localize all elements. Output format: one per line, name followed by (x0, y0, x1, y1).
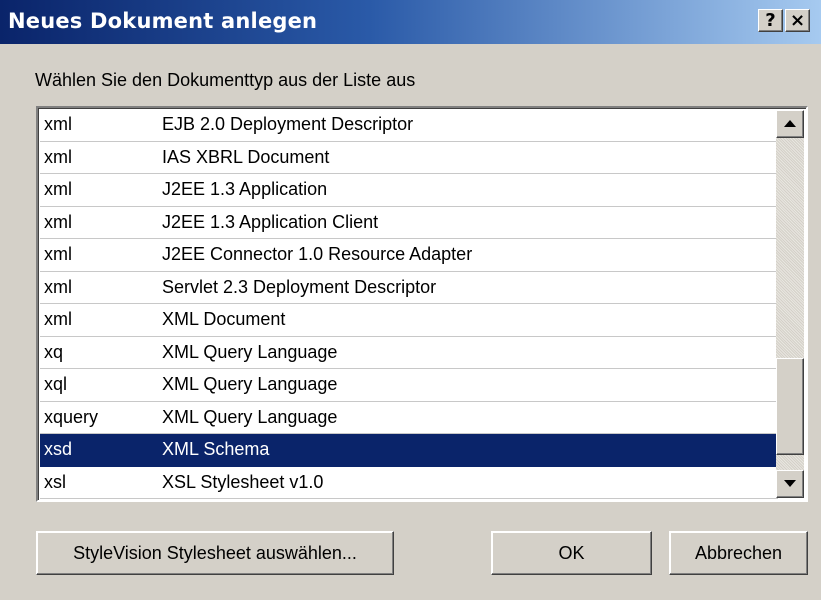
window-title: Neues Dokument anlegen (8, 9, 318, 33)
list-item-extension: xml (44, 114, 72, 134)
list-item-description: XML Query Language (162, 406, 338, 427)
list-rows: xml EJB 2.0 Deployment Descriptor xml IAS X… (40, 109, 778, 500)
list-item-extension: xml (44, 309, 72, 329)
list-item-description: J2EE 1.3 Application (162, 179, 328, 199)
list-item[interactable]: xq XML Query Language (40, 337, 778, 369)
list-item-description: XML Schema (162, 439, 270, 459)
arrow-down-icon (784, 480, 796, 487)
scroll-thumb[interactable] (776, 358, 804, 455)
cancel-button[interactable]: Abbrechen (669, 531, 808, 575)
ok-button[interactable]: OK (491, 531, 652, 575)
list-item[interactable]: xquery XML Query Language (40, 402, 778, 434)
list-item-description: XML Document (162, 309, 286, 329)
new-document-dialog: Neues Dokument anlegen ? × Wählen Sie de… (0, 0, 821, 600)
list-item-extension: xquery (44, 406, 99, 427)
list-item-description: EJB 2.0 Deployment Descriptor (162, 114, 414, 134)
list-item-extension: xql (44, 374, 68, 394)
arrow-up-icon (784, 120, 796, 127)
list-item[interactable]: xml XML Document (40, 304, 778, 337)
select-stylevision-stylesheet-button[interactable]: StyleVision Stylesheet auswählen... (36, 531, 394, 575)
list-item-description: IAS XBRL Document (162, 146, 330, 167)
document-type-list[interactable]: xml EJB 2.0 Deployment Descriptor xml IAS X… (36, 106, 808, 502)
list-item[interactable]: xsl XSL Stylesheet v1.0 (40, 467, 778, 499)
scroll-up-button[interactable] (776, 110, 804, 138)
help-button[interactable]: ? (758, 9, 783, 32)
list-item-extension: xml (44, 146, 72, 167)
list-item-extension: xsd (44, 439, 73, 459)
list-item-description: XSL Stylesheet v1.0 (162, 471, 324, 492)
list-item[interactable]: xql XML Query Language (40, 369, 778, 402)
list-item-description: J2EE Connector 1.0 Resource Adapter (162, 244, 473, 264)
list-item[interactable]: xml J2EE 1.3 Application (40, 174, 778, 207)
list-item[interactable]: xml J2EE 1.3 Application Client (40, 207, 778, 239)
scroll-down-button[interactable] (776, 470, 804, 498)
list-item[interactable]: xml IAS XBRL Document (40, 142, 778, 174)
list-item-extension: xq (44, 341, 64, 362)
list-item-description: XML Query Language (162, 374, 338, 394)
list-item-extension: xsl (44, 471, 66, 492)
vertical-scrollbar[interactable] (776, 110, 804, 498)
close-button[interactable]: × (785, 9, 810, 32)
instruction-label: Wählen Sie den Dokumenttyp aus der Liste… (35, 70, 416, 90)
list-item-extension: xml (44, 211, 72, 232)
list-item-extension: xml (44, 276, 72, 297)
list-item[interactable]: xml EJB 2.0 Deployment Descriptor (40, 109, 778, 142)
list-item-extension: xml (44, 244, 72, 264)
list-item[interactable]: xml J2EE Connector 1.0 Resource Adapter (40, 239, 778, 272)
list-item-description: Servlet 2.3 Deployment Descriptor (162, 276, 437, 297)
list-item[interactable]: xsd XML Schema (40, 434, 778, 467)
list-item-extension: xml (44, 179, 72, 199)
list-item-description: XML Query Language (162, 341, 338, 362)
list-item-description: J2EE 1.3 Application Client (162, 211, 379, 232)
title-bar[interactable]: Neues Dokument anlegen ? × (0, 0, 821, 44)
list-item[interactable]: xml Servlet 2.3 Deployment Descriptor (40, 272, 778, 304)
list-item[interactable]: xslXSL Stylesheet v2.0 (40, 499, 778, 500)
